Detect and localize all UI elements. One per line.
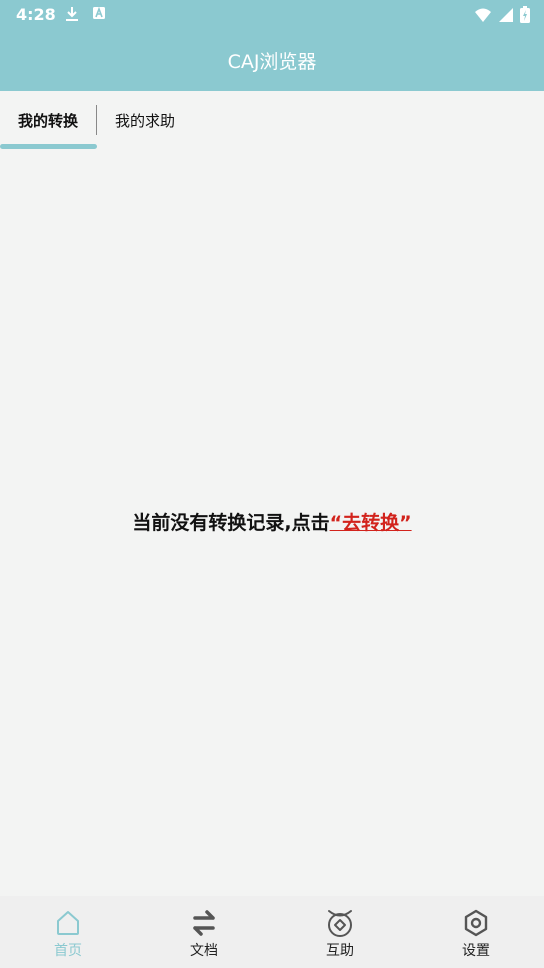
battery-charging-icon — [520, 6, 530, 23]
tab-label: 我的求助 — [114, 111, 175, 130]
active-tab-indicator — [0, 144, 97, 149]
nav-mutual-help[interactable]: 互助 — [272, 896, 408, 968]
nav-home[interactable]: 首页 — [0, 896, 136, 968]
nav-label: 设置 — [462, 943, 490, 959]
app-notification-icon — [93, 6, 105, 19]
nav-label: 文档 — [190, 943, 218, 959]
app-title: CAJ浏览器 — [227, 51, 317, 73]
tab-my-conversions[interactable]: 我的转换 — [0, 91, 96, 149]
go-convert-link[interactable]: “去转换” — [330, 512, 412, 534]
status-notification-icons — [64, 6, 106, 22]
download-icon — [66, 7, 78, 21]
settings-hexagon-icon — [464, 909, 488, 937]
tab-bar: 我的转换 我的求助 — [0, 91, 544, 151]
bottom-navigation: 首页 文档 互助 设置 — [0, 896, 544, 968]
empty-state-message: 当前没有转换记录,点击“去转换” — [0, 508, 544, 535]
empty-state-text: 当前没有转换记录,点击 — [132, 512, 330, 534]
nav-label: 互助 — [326, 943, 354, 959]
nav-documents[interactable]: 文档 — [136, 896, 272, 968]
swap-arrows-icon — [193, 910, 215, 936]
app-bar: CAJ浏览器 — [0, 30, 544, 91]
mutual-help-icon — [328, 910, 352, 937]
status-bar: 4:28 — [0, 0, 544, 30]
nav-settings[interactable]: 设置 — [408, 896, 544, 968]
signal-icon — [499, 7, 513, 22]
tab-label: 我的转换 — [17, 111, 78, 130]
nav-label: 首页 — [54, 943, 82, 959]
wifi-icon — [475, 8, 491, 22]
status-system-icons — [474, 6, 530, 23]
status-time: 4:28 — [16, 5, 56, 24]
tab-my-help-requests[interactable]: 我的求助 — [97, 91, 193, 149]
home-icon — [57, 911, 79, 935]
